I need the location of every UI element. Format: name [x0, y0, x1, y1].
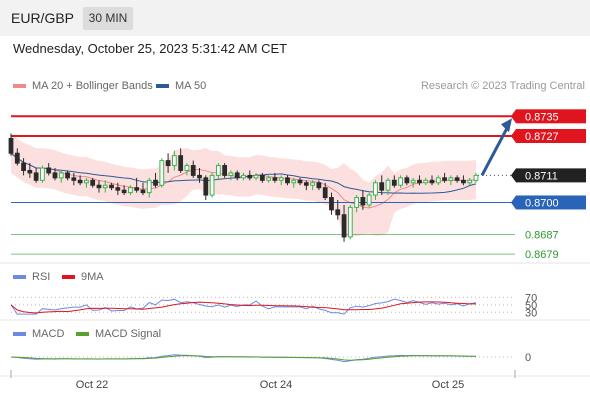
candle-down: [109, 184, 114, 189]
candle-down: [316, 182, 322, 189]
candle-down: [379, 182, 385, 191]
candle-down: [429, 179, 435, 184]
candle-up: [291, 179, 297, 184]
candle-down: [65, 172, 70, 179]
candle-down: [454, 177, 460, 181]
rsi-tick-label: 30: [525, 307, 537, 319]
candle-up: [171, 155, 177, 167]
x-tick-label: Oct 24: [260, 379, 292, 391]
candle-down: [77, 179, 83, 184]
x-tick-label: Oct 25: [432, 379, 464, 391]
candle-down: [404, 177, 410, 184]
level-label: 0.8711: [525, 170, 558, 182]
level-label: 0.8687: [525, 229, 559, 241]
candle-up: [467, 179, 473, 184]
candle-up: [128, 187, 133, 194]
candle-up: [209, 174, 215, 196]
price-chart: 0.87350.87270.87110.87000.86870.86797050…: [0, 109, 590, 391]
level-label: 0.8700: [525, 197, 559, 209]
candle-down: [341, 214, 347, 238]
candle-up: [278, 177, 284, 181]
candle-up: [435, 177, 441, 184]
level-label: 0.8727: [525, 131, 559, 143]
candle-down: [8, 137, 14, 154]
candle-up: [473, 174, 479, 181]
candle-down: [134, 187, 140, 191]
candle-down: [285, 177, 290, 184]
candle-down: [90, 179, 96, 186]
candle-down: [335, 209, 341, 216]
candle-down: [417, 179, 422, 184]
candle-down: [178, 155, 184, 171]
candle-up: [146, 179, 152, 194]
candle-up: [159, 160, 165, 186]
candle-down: [71, 177, 77, 181]
level-box-pointer: [511, 109, 516, 124]
level-box-pointer: [511, 129, 516, 143]
x-tick-label: Oct 22: [76, 379, 108, 391]
candle-down: [165, 160, 171, 167]
candle-up: [241, 174, 246, 179]
bollinger-band: [11, 133, 476, 237]
candle-down: [259, 174, 265, 181]
candle-down: [329, 197, 334, 211]
candle-up: [366, 194, 372, 206]
candle-down: [52, 172, 58, 179]
candle-down: [121, 189, 127, 194]
candle-up: [102, 184, 108, 189]
candle-up: [423, 179, 429, 184]
candle-up: [184, 165, 190, 171]
candle-up: [385, 179, 391, 191]
candle-up: [253, 174, 259, 179]
candle-up: [58, 172, 64, 179]
candle-up: [448, 177, 454, 181]
candle-down: [222, 165, 228, 176]
candle-down: [247, 174, 253, 179]
candle-down: [360, 197, 366, 206]
candle-up: [398, 177, 403, 186]
candle-down: [27, 169, 33, 174]
candle-down: [234, 172, 240, 179]
candle-down: [297, 179, 303, 184]
level-box-pointer: [511, 168, 516, 183]
candle-up: [84, 179, 89, 184]
level-label: 0.8735: [525, 111, 559, 123]
candle-down: [153, 179, 158, 186]
candle-up: [228, 172, 234, 176]
rsi-9ma-line: [10, 301, 476, 314]
candle-up: [354, 197, 359, 208]
candle-up: [215, 165, 221, 176]
candle-up: [310, 182, 316, 186]
candle-up: [373, 182, 378, 196]
candle-up: [266, 177, 272, 181]
candle-down: [322, 187, 328, 199]
candle-down: [190, 165, 196, 176]
candle-down: [203, 177, 209, 196]
candle-down: [197, 174, 202, 179]
candle-down: [272, 177, 278, 181]
candle-down: [46, 167, 52, 174]
candle-down: [303, 182, 309, 186]
macd-signal-line: [10, 355, 476, 361]
candle-down: [14, 152, 20, 164]
forecast-arrow: [480, 125, 510, 177]
candle-up: [347, 206, 353, 238]
candle-down: [21, 162, 26, 171]
candle-down: [33, 172, 39, 181]
candle-up: [410, 179, 416, 184]
candle-down: [391, 179, 397, 186]
level-label: 0.8679: [525, 249, 559, 261]
candle-down: [442, 177, 447, 181]
candle-down: [140, 189, 146, 194]
candle-down: [115, 187, 121, 191]
candle-up: [40, 167, 45, 181]
macd-tick-label: 0: [525, 352, 531, 364]
candle-down: [461, 179, 466, 184]
candle-down: [96, 184, 102, 189]
level-box-pointer: [511, 195, 516, 210]
